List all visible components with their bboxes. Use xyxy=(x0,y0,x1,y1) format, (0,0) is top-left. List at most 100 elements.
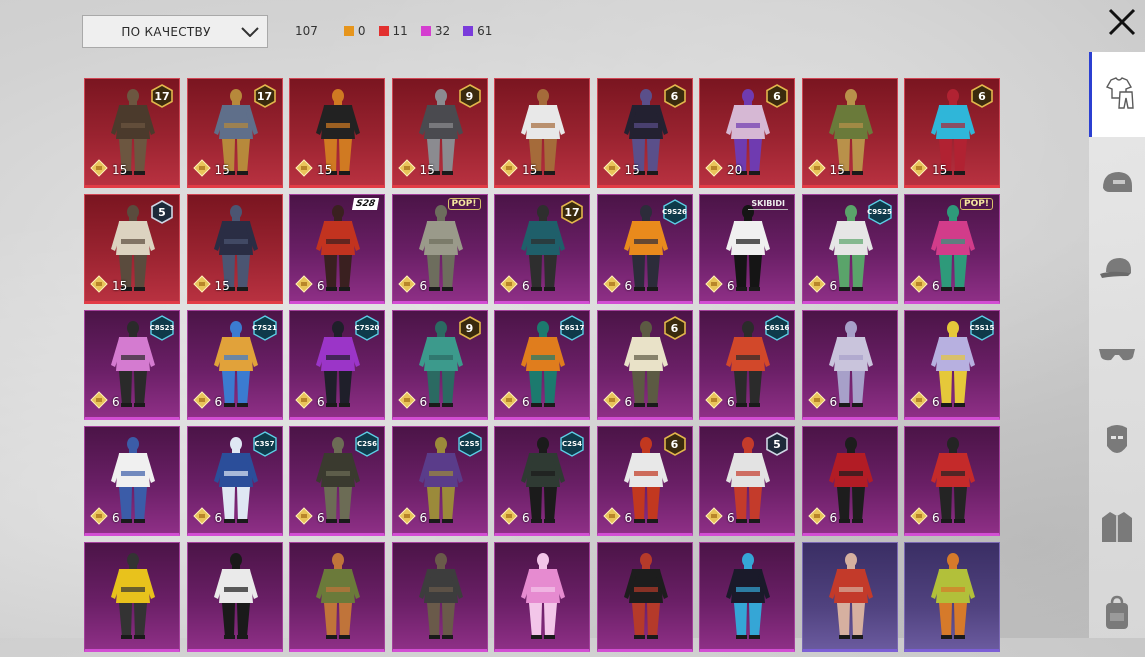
outfit-card[interactable] xyxy=(596,542,693,652)
outfit-card[interactable]: 6 SKIBIDI xyxy=(699,194,795,304)
quantity: 6 xyxy=(807,507,837,529)
outfit-card[interactable]: 6 C3S7 xyxy=(186,426,283,536)
quantity-value: 15 xyxy=(214,163,230,177)
outfit-card[interactable]: 15 xyxy=(186,194,283,304)
outfit-card[interactable] xyxy=(289,542,385,652)
quantity-value: 6 xyxy=(624,395,633,409)
total-count: 107 xyxy=(295,24,318,38)
season-badge: C9S26 xyxy=(662,199,688,225)
quantity: 15 xyxy=(602,159,640,181)
category-tab[interactable] xyxy=(1089,52,1145,137)
level-badge-value: 6 xyxy=(670,89,679,103)
outfit-card[interactable]: 20 6 xyxy=(699,78,795,188)
outfit-card[interactable] xyxy=(391,542,488,652)
outfit-card[interactable] xyxy=(186,542,283,652)
season-badge: C5S15 xyxy=(969,315,995,341)
category-tab[interactable] xyxy=(1089,572,1145,657)
outfit-card[interactable] xyxy=(904,542,1000,652)
quantity: 6 xyxy=(910,507,940,529)
outfit-card[interactable]: 6 C2S6 xyxy=(289,426,385,536)
season-badge: C2S5 xyxy=(457,431,483,457)
outfit-card[interactable]: 6 xyxy=(904,426,1000,536)
close-icon xyxy=(1108,8,1136,36)
quantity: 15 xyxy=(90,159,127,181)
outfit-card[interactable]: 65 xyxy=(699,426,795,536)
level-badge: 17 xyxy=(253,84,277,108)
outfit-card[interactable]: 15 17 xyxy=(84,78,180,188)
close-button[interactable] xyxy=(1102,3,1142,41)
outfit-image xyxy=(927,551,979,641)
outfit-card[interactable]: 6 C2S4 xyxy=(494,426,590,536)
outfit-card[interactable]: 15 6 xyxy=(596,78,693,188)
quantity: 15 xyxy=(910,159,947,181)
outfit-card[interactable]: 6 POP! xyxy=(391,194,488,304)
coin-icon xyxy=(90,391,108,413)
outfit-card[interactable]: 15 xyxy=(801,78,898,188)
outfit-image xyxy=(312,551,364,641)
outfit-card[interactable]: 6 C7S21 xyxy=(186,310,283,420)
quantity: 6 xyxy=(397,507,427,529)
outfit-card[interactable]: 15 17 xyxy=(186,78,283,188)
outfit-card[interactable]: 15 9 xyxy=(391,78,488,188)
outfit-card[interactable]: 66 xyxy=(596,426,693,536)
outfit-card[interactable]: 6 xyxy=(801,426,898,536)
outfit-card[interactable]: 6 POP! xyxy=(904,194,1000,304)
quantity: 6 xyxy=(500,507,530,529)
coin-icon xyxy=(192,159,211,181)
outfit-card[interactable] xyxy=(699,542,795,652)
outfit-card[interactable]: 6 C9S26 xyxy=(596,194,693,304)
coin-icon xyxy=(397,507,416,529)
quantity-value: 15 xyxy=(522,163,538,177)
quantity-value: 15 xyxy=(214,279,230,293)
jacket-icon xyxy=(1098,508,1136,550)
quantity-value: 6 xyxy=(317,279,325,293)
level-badge: 6 xyxy=(663,432,687,456)
quantity: 6 xyxy=(192,507,223,529)
category-tab[interactable] xyxy=(1089,228,1145,313)
outfit-card[interactable] xyxy=(801,542,898,652)
category-tab[interactable] xyxy=(1089,400,1145,485)
outfit-card[interactable]: 69 xyxy=(391,310,488,420)
outfit-card[interactable]: 6 C6S17 xyxy=(494,310,590,420)
outfit-card[interactable]: 15 xyxy=(494,78,590,188)
outfit-card[interactable]: 6 C6S16 xyxy=(699,310,795,420)
sort-dropdown[interactable]: ПО КАЧЕСТВУ xyxy=(82,15,268,48)
outfit-card[interactable]: 6 17 xyxy=(494,194,590,304)
outfit-card[interactable]: 6 C7S20 xyxy=(289,310,385,420)
outfit-card[interactable]: 15 xyxy=(289,78,385,188)
coin-icon xyxy=(807,391,826,413)
outfit-card[interactable]: 6 C8S23 xyxy=(84,310,180,420)
outfit-card[interactable]: 15 5 xyxy=(84,194,180,304)
outfit-image xyxy=(825,551,877,641)
inventory-grid: 15 17 15 17 15 15 9 15 15 6 20 6 15 15 6… xyxy=(84,78,1000,652)
quantity-value: 6 xyxy=(214,511,223,525)
coin-icon xyxy=(910,275,928,297)
category-tab[interactable] xyxy=(1089,314,1145,399)
quantity: 15 xyxy=(90,275,127,297)
season-badge-label: C5S15 xyxy=(969,324,995,332)
coin-icon xyxy=(807,507,826,529)
level-badge-value: 17 xyxy=(564,205,580,219)
outfit-card[interactable] xyxy=(84,542,180,652)
category-tab[interactable] xyxy=(1089,142,1145,227)
season-badge-label: C7S21 xyxy=(252,324,277,332)
outfit-card[interactable]: 6 S28 xyxy=(289,194,385,304)
quantity-value: 6 xyxy=(214,395,223,409)
category-tab[interactable] xyxy=(1089,486,1145,571)
season-badge-label: C7S20 xyxy=(354,324,380,332)
outfit-card[interactable]: 6 C2S5 xyxy=(391,426,488,536)
outfit-card[interactable]: 15 6 xyxy=(904,78,1000,188)
collab-logo: POP! xyxy=(447,198,481,210)
level-badge: 9 xyxy=(458,316,482,340)
outfit-card[interactable]: 66 xyxy=(596,310,693,420)
season-badge: C2S4 xyxy=(559,431,585,457)
outfit-card[interactable]: 6 C5S15 xyxy=(904,310,1000,420)
outfit-card[interactable]: 6 C9S25 xyxy=(801,194,898,304)
outfit-card[interactable]: 6 xyxy=(84,426,180,536)
outfit-card[interactable] xyxy=(494,542,590,652)
outfit-card[interactable]: 6 xyxy=(801,310,898,420)
outfit-icon xyxy=(1102,76,1136,114)
quantity-value: 6 xyxy=(419,395,428,409)
coin-icon xyxy=(295,275,313,297)
season-badge-label: C9S26 xyxy=(662,208,687,216)
